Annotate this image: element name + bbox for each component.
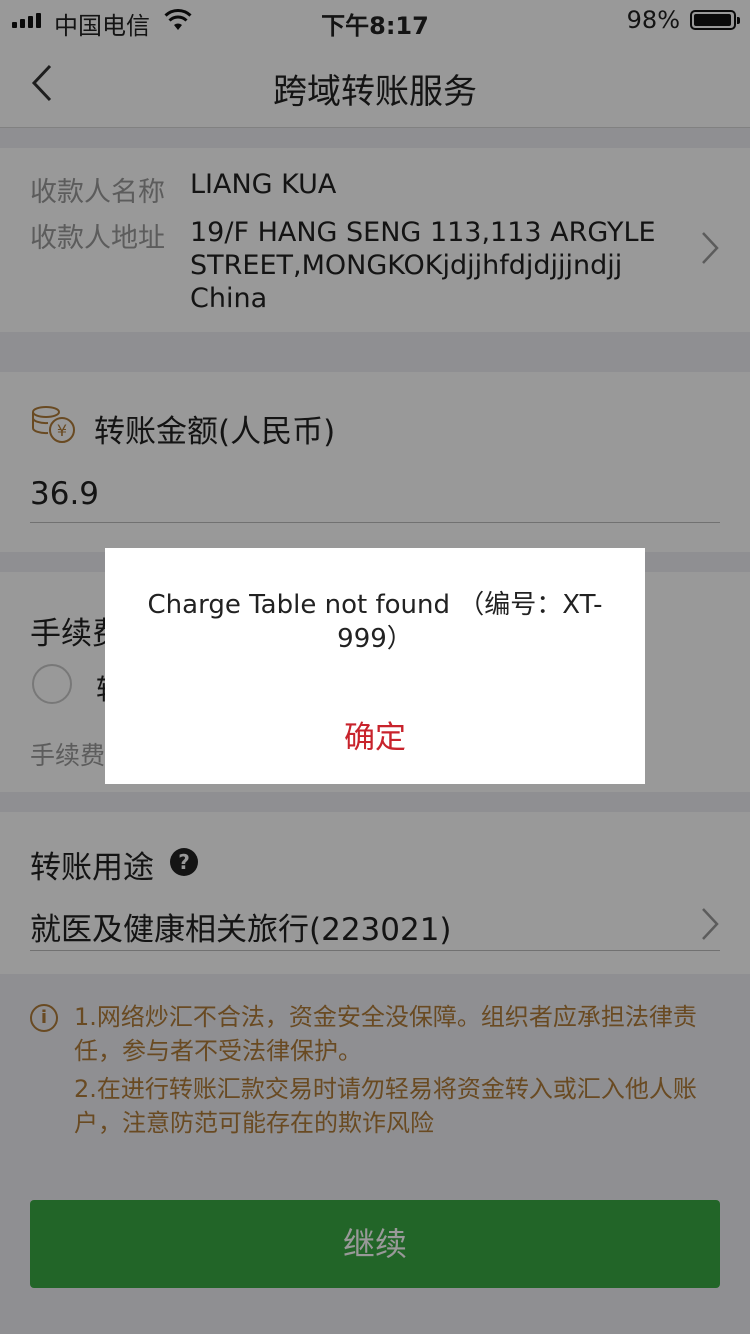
dialog-ok-button[interactable]: 确定	[105, 712, 645, 757]
dialog-message: Charge Table not found （编号：XT-999）	[147, 590, 603, 654]
error-dialog: Charge Table not found （编号：XT-999） 确定	[105, 548, 645, 784]
